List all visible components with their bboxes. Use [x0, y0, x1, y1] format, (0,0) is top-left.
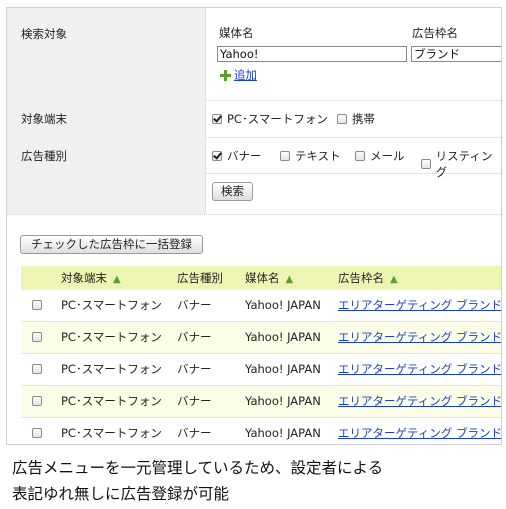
media-cell: Yahoo! JAPAN	[245, 426, 321, 440]
ad-slot-link[interactable]: エリアターゲティング ブランドパネル	[338, 418, 501, 444]
column-label-media: 媒体名	[245, 271, 280, 285]
device-option-mobile[interactable]: 携帯	[337, 111, 375, 127]
device-cell: PC･スマートフォン	[61, 426, 162, 440]
row-select-cell	[32, 354, 42, 385]
table-row: PC･スマートフォン バナー Yahoo! JAPAN エリアターゲティング ブ…	[21, 290, 501, 322]
ad-type-option-text[interactable]: テキスト	[280, 148, 341, 164]
ad-type-cell: バナー	[177, 394, 212, 408]
media-cell: Yahoo! JAPAN	[245, 298, 321, 312]
search-target-row: 検索対象 媒体名 広告枠名 追加	[7, 8, 501, 101]
ad-type-mail-checkbox[interactable]	[355, 151, 365, 161]
column-header-device[interactable]: 対象端末 ▲	[61, 266, 121, 290]
caption: 広告メニューを一元管理しているため、設定者による 表記ゆれ無しに広告登録が可能	[12, 455, 502, 507]
table-row: PC･スマートフォン バナー Yahoo! JAPAN エリアターゲティング ブ…	[21, 322, 501, 354]
row-select-cell	[32, 290, 42, 321]
ad-type-option-mail[interactable]: メール	[355, 148, 405, 164]
bulk-register-button[interactable]: チェックした広告枠に一括登録	[20, 235, 203, 254]
label-cell: 広告種別	[7, 137, 206, 173]
search-target-label: 検索対象	[21, 27, 67, 41]
device-row: 対象端末 PC･スマートフォン 携帯	[7, 100, 501, 138]
device-cell: PC･スマートフォン	[61, 330, 162, 344]
add-condition-link[interactable]: 追加	[219, 67, 257, 83]
ad-slot-link[interactable]: エリアターゲティング ブランドパネル	[338, 386, 501, 417]
device-label: 対象端末	[21, 112, 67, 126]
row-checkbox[interactable]	[32, 363, 42, 374]
row-select-cell	[32, 386, 42, 417]
ad-slot-name-label: 広告枠名	[412, 26, 458, 40]
media-name-label: 媒体名	[219, 26, 254, 40]
label-cell: 検索対象	[7, 8, 206, 100]
ad-type-option-banner[interactable]: バナー	[212, 148, 262, 164]
device-pc-label: PC･スマートフォン	[227, 112, 328, 126]
ad-type-banner-checkbox[interactable]	[212, 151, 222, 161]
device-cell: PC･スマートフォン	[61, 394, 162, 408]
column-header-ad-type[interactable]: 広告種別	[177, 266, 223, 290]
ad-type-cell: バナー	[177, 362, 212, 376]
row-select-cell	[32, 418, 42, 444]
ad-type-cell: バナー	[177, 426, 212, 440]
ad-type-row: 広告種別 バナー テキスト メール リスティング	[7, 137, 501, 179]
table-row: PC･スマートフォン バナー Yahoo! JAPAN エリアターゲティング ブ…	[21, 418, 501, 444]
ad-type-label: 広告種別	[21, 149, 67, 163]
ad-slot-search-panel: 検索対象 媒体名 広告枠名 追加 対象端末 PC･スマートフォン 携帯 広告種別	[6, 7, 502, 445]
device-mobile-label: 携帯	[352, 112, 375, 126]
add-link-label[interactable]: 追加	[234, 67, 257, 83]
column-label-device: 対象端末	[61, 271, 107, 285]
sort-ascending-icon[interactable]: ▲	[113, 274, 121, 285]
media-cell: Yahoo! JAPAN	[245, 394, 321, 408]
sort-ascending-icon[interactable]: ▲	[286, 274, 294, 285]
ad-type-banner-label: バナー	[227, 149, 262, 163]
row-select-cell	[32, 322, 42, 353]
column-header-media[interactable]: 媒体名 ▲	[245, 266, 293, 290]
caption-line-1: 広告メニューを一元管理しているため、設定者による	[12, 459, 384, 477]
row-checkbox[interactable]	[32, 395, 42, 406]
results-table-header: 対象端末 ▲ 広告種別 媒体名 ▲ 広告枠名 ▲	[21, 266, 501, 290]
device-cell: PC･スマートフォン	[61, 362, 162, 376]
table-row: PC･スマートフォン バナー Yahoo! JAPAN エリアターゲティング ブ…	[21, 354, 501, 386]
ad-type-cell: バナー	[177, 330, 212, 344]
media-cell: Yahoo! JAPAN	[245, 330, 321, 344]
device-mobile-checkbox[interactable]	[337, 114, 347, 124]
label-cell	[7, 173, 206, 214]
sort-ascending-icon[interactable]: ▲	[390, 274, 398, 285]
ad-slot-link[interactable]: エリアターゲティング ブランドパネル	[338, 290, 501, 321]
ad-type-cell: バナー	[177, 298, 212, 312]
ad-type-listing-checkbox[interactable]	[421, 159, 431, 169]
column-label-ad-slot: 広告枠名	[338, 271, 384, 285]
ad-slot-link[interactable]: エリアターゲティング ブランドパネル	[338, 322, 501, 353]
ad-type-mail-label: メール	[370, 149, 405, 163]
ad-slot-link[interactable]: エリアターゲティング ブランドパネル	[338, 354, 501, 385]
table-row: PC･スマートフォン バナー Yahoo! JAPAN エリアターゲティング ブ…	[21, 386, 501, 418]
column-header-ad-slot[interactable]: 広告枠名 ▲	[338, 266, 398, 290]
row-checkbox[interactable]	[32, 331, 42, 342]
caption-line-2: 表記ゆれ無しに広告登録が可能	[12, 485, 230, 503]
plus-icon	[219, 69, 231, 81]
label-cell: 対象端末	[7, 100, 206, 137]
column-label-ad-type: 広告種別	[177, 271, 223, 285]
ad-slot-name-input[interactable]	[411, 46, 501, 62]
row-checkbox[interactable]	[32, 427, 42, 438]
media-cell: Yahoo! JAPAN	[245, 362, 321, 376]
device-pc-checkbox[interactable]	[212, 114, 222, 124]
device-option-pc[interactable]: PC･スマートフォン	[212, 111, 328, 127]
search-button[interactable]: 検索	[212, 182, 253, 201]
media-name-input[interactable]	[217, 46, 407, 62]
ad-type-text-label: テキスト	[295, 149, 341, 163]
search-button-row: 検索	[7, 173, 501, 215]
row-checkbox[interactable]	[32, 299, 42, 310]
device-cell: PC･スマートフォン	[61, 298, 162, 312]
ad-type-text-checkbox[interactable]	[280, 151, 290, 161]
